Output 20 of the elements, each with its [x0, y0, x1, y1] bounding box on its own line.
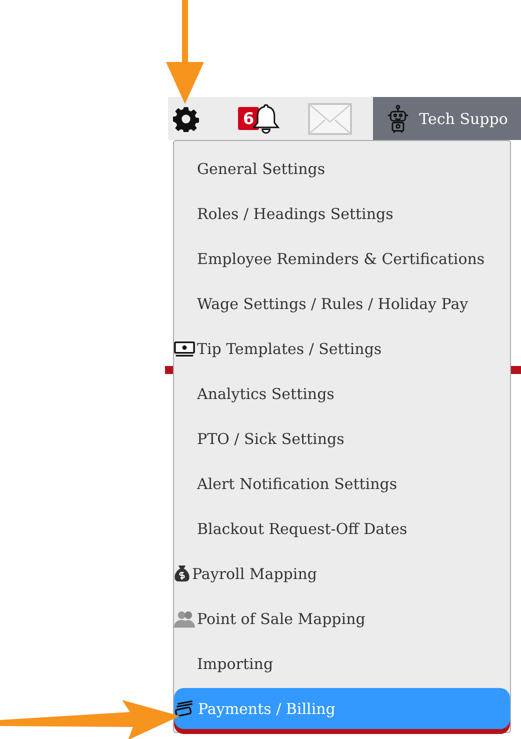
menu-item[interactable]: Blackout Request-Off Dates [174, 506, 510, 551]
menu-item[interactable]: Alert Notification Settings [174, 461, 510, 506]
menu-item[interactable]: Importing [174, 641, 510, 686]
menu-item[interactable]: Tip Templates / Settings [174, 326, 510, 371]
tech-support-button[interactable]: Tech Suppo [373, 97, 521, 140]
notification-badge: 6 [238, 107, 260, 130]
menu-item[interactable]: Point of Sale Mapping [174, 596, 510, 641]
settings-icon[interactable] [173, 106, 199, 132]
bell-icon[interactable] [252, 102, 280, 134]
menu-item[interactable]: Employee Reminders & Certifications [174, 236, 510, 281]
people-icon [174, 610, 195, 628]
menu-item[interactable]: Wage Settings / Rules / Holiday Pay [174, 281, 510, 326]
menu-item[interactable]: Roles / Headings Settings [174, 191, 510, 236]
menu-item[interactable]: General Settings [174, 146, 510, 191]
money-bag-icon [174, 564, 190, 583]
robot-icon [387, 104, 410, 134]
menu-item[interactable]: PTO / Sick Settings [174, 416, 510, 461]
menu-item[interactable]: Payroll Mapping [174, 551, 510, 596]
menu-item[interactable]: Analytics Settings [174, 371, 510, 416]
cash-icon [174, 340, 195, 356]
